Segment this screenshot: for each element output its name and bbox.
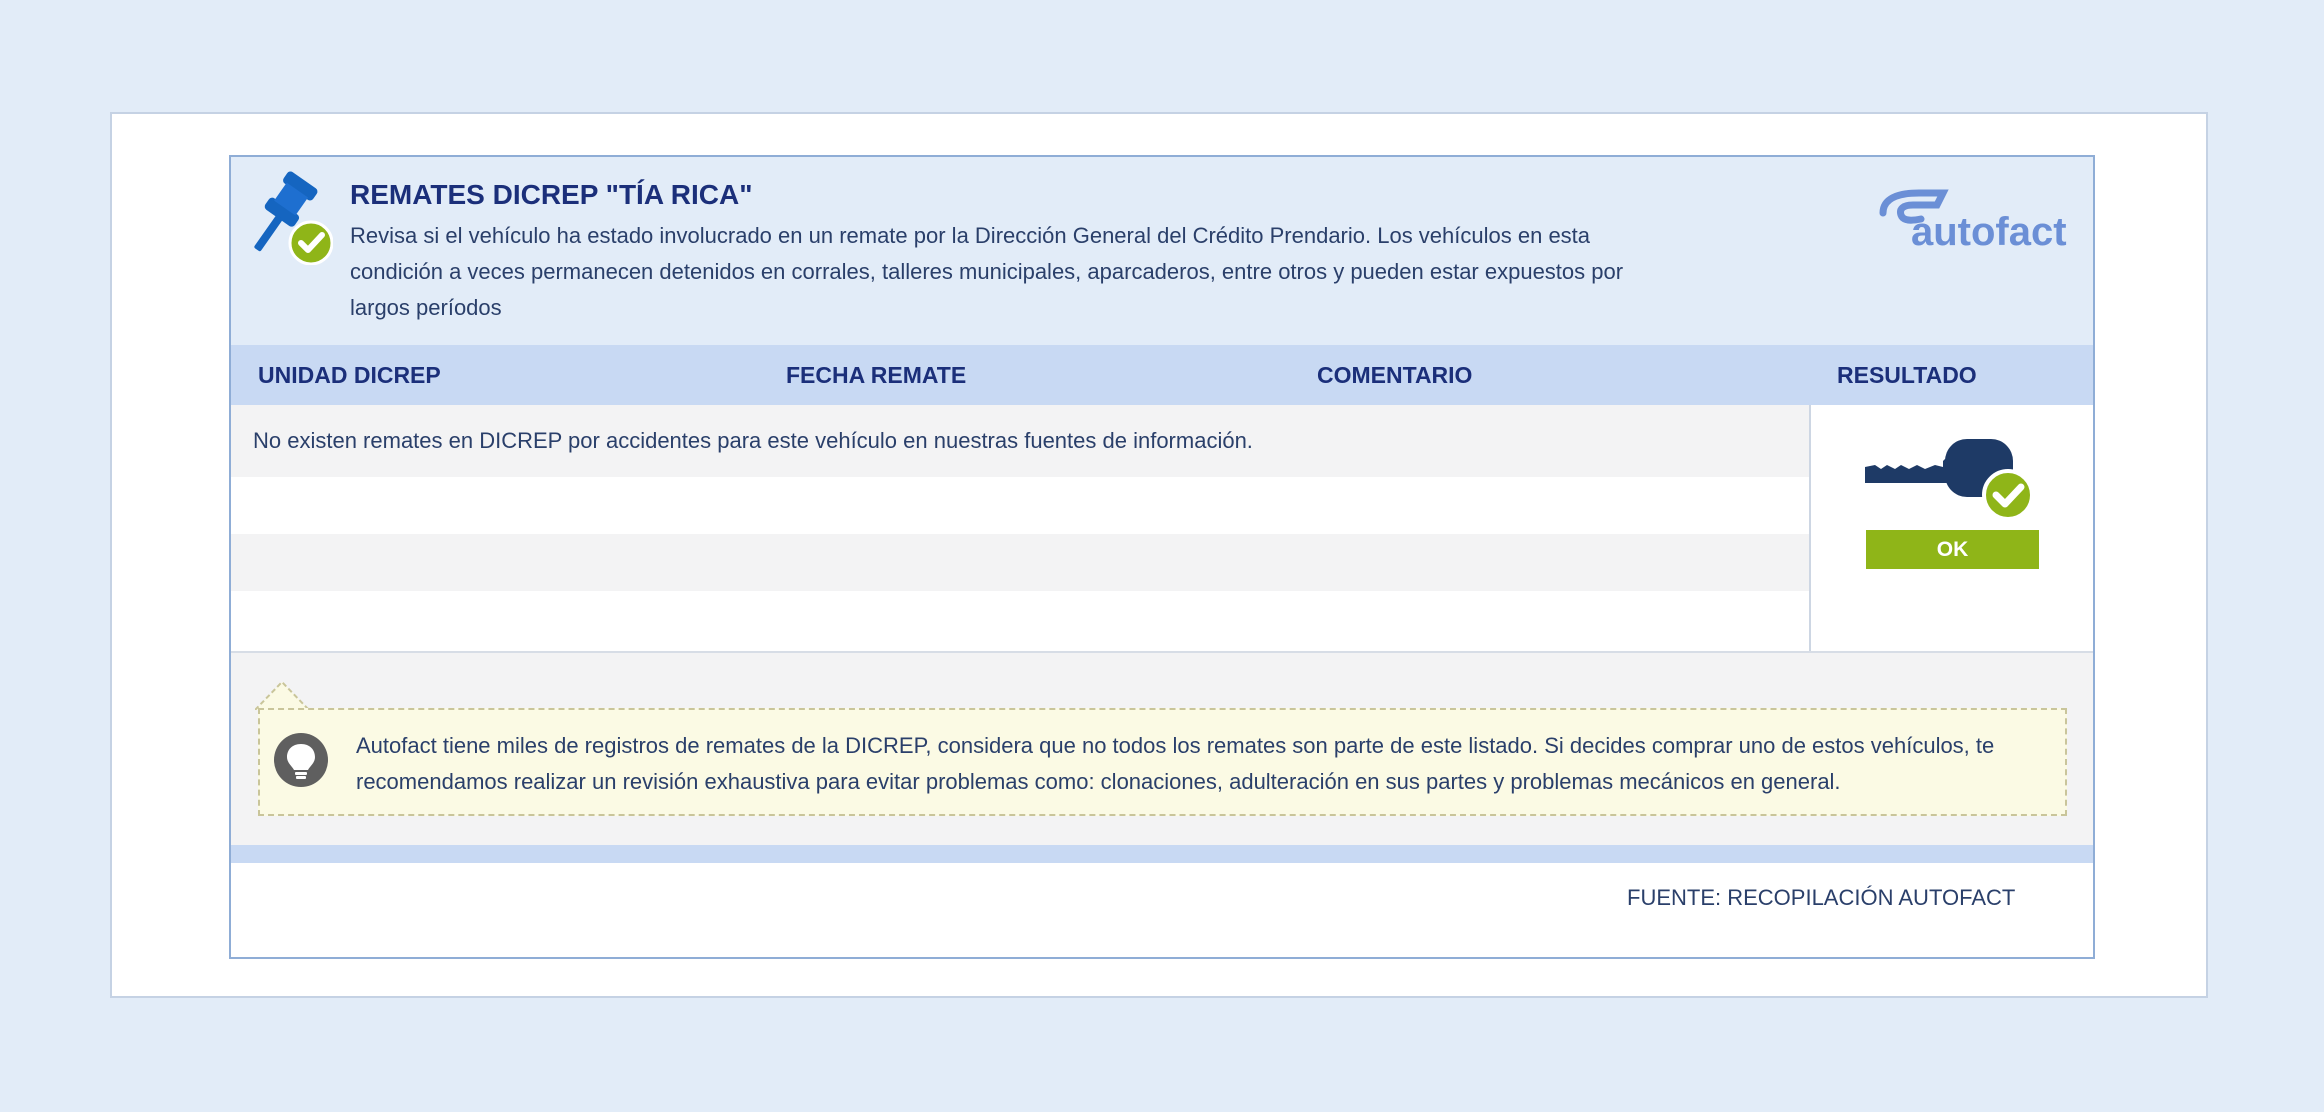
table-header: UNIDAD DICREP FECHA REMATE COMENTARIO RE… <box>231 345 2093 405</box>
tip-box: Autofact tiene miles de registros de rem… <box>258 708 2067 816</box>
table-row <box>231 591 1809 651</box>
source-label: FUENTE: RECOPILACIÓN AUTOFACT <box>1627 885 2016 910</box>
tip-area: Autofact tiene miles de registros de rem… <box>231 651 2093 845</box>
tip-pointer <box>255 681 309 710</box>
column-resultado: RESULTADO <box>1837 362 1977 388</box>
key-check-icon <box>1865 439 2034 521</box>
ok-status-badge: OK <box>1866 530 2039 569</box>
empty-message: No existen remates en DICREP por acciden… <box>253 428 1253 453</box>
report-page: REMATES DICREP "TÍA RICA" Revisa si el v… <box>110 112 2208 998</box>
logo-text: autofact <box>1911 210 2067 254</box>
column-fecha-remate: FECHA REMATE <box>786 362 967 388</box>
section-title: REMATES DICREP "TÍA RICA" <box>350 179 753 210</box>
section-header: REMATES DICREP "TÍA RICA" Revisa si el v… <box>231 157 2093 345</box>
gavel-check-icon <box>254 171 333 265</box>
column-comentario: COMENTARIO <box>1317 362 1473 388</box>
table-row <box>231 534 1809 591</box>
table-row <box>231 477 1809 534</box>
autofact-logo: autofact <box>1879 189 2067 254</box>
tip-text: Autofact tiene miles de registros de rem… <box>356 733 1995 794</box>
dicrep-section: REMATES DICREP "TÍA RICA" Revisa si el v… <box>229 155 2095 959</box>
footer-bar <box>231 845 2093 863</box>
table-row: No existen remates en DICREP por acciden… <box>231 405 1809 477</box>
table-body: No existen remates en DICREP por acciden… <box>231 405 1809 651</box>
section-description: Revisa si el vehículo ha estado involucr… <box>350 223 1624 320</box>
column-unidad-dicrep: UNIDAD DICREP <box>258 362 441 388</box>
result-cell: OK <box>1809 405 2093 651</box>
lightbulb-icon <box>274 733 328 787</box>
